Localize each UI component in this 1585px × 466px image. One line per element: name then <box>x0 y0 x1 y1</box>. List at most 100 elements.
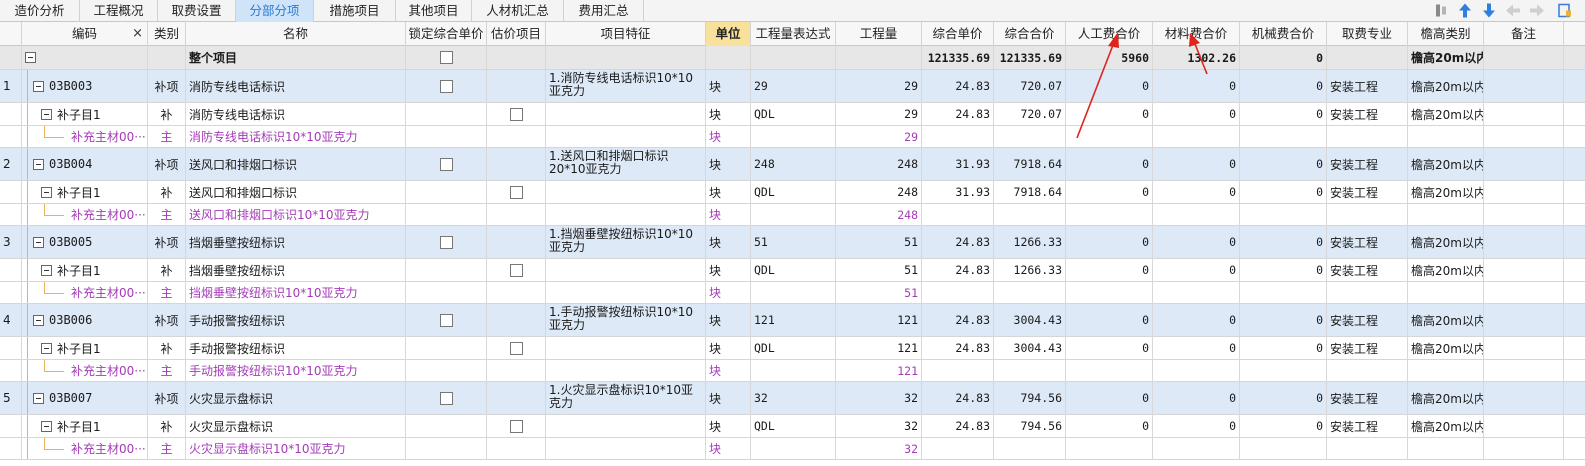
qty-cell: 51 <box>836 259 922 281</box>
collapse-toggle-icon[interactable] <box>41 420 52 432</box>
lock-price-checkbox[interactable] <box>439 391 453 405</box>
total-cell: 1266.33 <box>994 226 1066 258</box>
estimate-item-checkbox[interactable] <box>509 263 523 277</box>
collapse-toggle-icon[interactable] <box>33 314 44 326</box>
header-feature[interactable]: 项目特征 <box>546 22 706 46</box>
code-text: 补子目1 <box>57 185 101 200</box>
qty-cell: 248 <box>836 148 922 180</box>
move-down-icon[interactable] <box>1481 2 1497 19</box>
sub-item-row[interactable]: 补子目1 补挡烟垂壁按纽标识块 QDL 51 24.83 1266.33 0 0 0 安装工程 檐高… <box>0 259 1585 282</box>
sub-item-row[interactable]: 补子目1 补手动报警按纽标识块 QDL 121 24.83 3004.43 0 0 0 安装工程檐… <box>0 337 1585 360</box>
unit-cell: 块 <box>706 337 751 359</box>
main-material-row[interactable]: 补充主材00··· 主挡烟垂壁按纽标识10*10亚克力 块 51 <box>0 282 1585 304</box>
header-remark[interactable]: 备注 <box>1484 22 1564 46</box>
tab-labor-material-machine[interactable]: 人材机汇总 <box>472 0 564 22</box>
main-material-row[interactable]: 补充主材00··· 主火灾显示盘标识10*10亚克力 块 32 <box>0 438 1585 460</box>
sub-item-row[interactable]: 补子目1 补送风口和排烟口标识块 QDL 248 31.93 7918.64 0 0 0 安装工程… <box>0 181 1585 204</box>
move-up-icon[interactable] <box>1457 2 1473 19</box>
bill-item-row[interactable]: 5 03B007 补项 火灾显示盘标识 1.火灾显示盘标识10*10亚克力块 32 32 24… <box>0 382 1585 415</box>
collapse-toggle-icon[interactable] <box>41 342 52 354</box>
header-code[interactable]: 编码 × <box>22 22 148 46</box>
bill-item-row[interactable]: 3 03B005 补项 挡烟垂壁按纽标识 1.挡烟垂壁按纽标识10*10亚克力块 51 51… <box>0 226 1585 259</box>
sub-item-row[interactable]: 补子目1 补消防专线电话标识块 QDL 29 24.83 720.07 0 0 0 安装工程 檐高2… <box>0 103 1585 126</box>
lock-price-checkbox[interactable] <box>439 157 453 171</box>
insert-icon[interactable] <box>1433 2 1449 19</box>
header-type[interactable]: 类别 <box>148 22 186 46</box>
uprice-cell <box>922 360 994 381</box>
tab-fee-settings[interactable]: 取费设置 <box>158 0 236 22</box>
estimate-item-checkbox[interactable] <box>509 107 523 121</box>
total-row[interactable]: 整个项目 121335.69 121335.69 5960 1302.26 0 … <box>0 46 1585 70</box>
header-estimate-item[interactable]: 估价项目 <box>487 22 546 46</box>
machine-cell <box>1240 282 1327 303</box>
header-unit-price[interactable]: 综合单价 <box>922 22 994 46</box>
qty-cell: 121 <box>836 304 922 336</box>
main-material-row[interactable]: 补充主材00··· 主消防专线电话标识10*10亚克力 块 29 <box>0 126 1585 148</box>
qty-cell: 51 <box>836 282 922 303</box>
expr-cell: 121 <box>751 304 836 336</box>
main-material-row[interactable]: 补充主材00··· 主送风口和排烟口标识10*10亚克力 块 248 <box>0 204 1585 226</box>
remark-cell <box>1484 438 1564 459</box>
collapse-toggle-icon[interactable] <box>33 158 44 170</box>
header-quantity[interactable]: 工程量 <box>836 22 922 46</box>
sub-item-row[interactable]: 补子目1 补火灾显示盘标识块 QDL 32 24.83 794.56 0 0 0 安装工程 檐高20… <box>0 415 1585 438</box>
tab-fee-summary[interactable]: 费用汇总 <box>564 0 644 22</box>
tab-project-overview[interactable]: 工程概况 <box>80 0 158 22</box>
indent-left-icon[interactable] <box>1505 2 1521 19</box>
collapse-toggle-icon[interactable] <box>33 80 44 92</box>
lock-price-checkbox[interactable] <box>439 51 453 64</box>
estimate-item-checkbox[interactable] <box>509 341 523 355</box>
collapse-toggle-icon[interactable] <box>41 264 52 276</box>
estimate-item-checkbox[interactable] <box>509 419 523 433</box>
tab-measures[interactable]: 措施项目 <box>314 0 396 22</box>
lock-price-checkbox[interactable] <box>439 79 453 93</box>
header-expression[interactable]: 工程量表达式 <box>751 22 836 46</box>
tree-line <box>44 282 45 293</box>
more-icon[interactable] <box>1557 2 1573 19</box>
labor-cell: 0 <box>1066 70 1153 102</box>
labor-cell: 0 <box>1066 304 1153 336</box>
expr-cell <box>751 126 836 147</box>
tab-other-items[interactable]: 其他项目 <box>396 0 472 22</box>
bill-item-row[interactable]: 1 03B003 补项 消防专线电话标识 1.消防专线电话标识10*10亚克力块 29 29… <box>0 70 1585 103</box>
lock-cell <box>406 181 487 203</box>
name-cell: 消防专线电话标识 <box>186 70 406 102</box>
tab-cost-analysis[interactable]: 造价分析 <box>0 0 80 22</box>
header-labor-cost[interactable]: 人工费合价 <box>1066 22 1153 46</box>
feature-cell: 1.火灾显示盘标识10*10亚克力 <box>546 382 706 414</box>
total-cell: 3004.43 <box>994 337 1066 359</box>
uprice-cell <box>922 282 994 303</box>
bill-item-row[interactable]: 2 03B004 补项 送风口和排烟口标识 1.送风口和排烟口标识20*10亚克力块 24… <box>0 148 1585 181</box>
feature-cell <box>546 103 706 125</box>
collapse-toggle-icon[interactable] <box>41 186 52 198</box>
header-machine-cost[interactable]: 机械费合价 <box>1240 22 1327 46</box>
lock-price-checkbox[interactable] <box>439 313 453 327</box>
clear-filter-icon[interactable]: × <box>132 22 143 45</box>
type-cell: 补项 <box>148 70 186 102</box>
collapse-toggle-icon[interactable] <box>41 108 52 120</box>
unit-cell: 块 <box>706 126 751 147</box>
lock-price-checkbox[interactable] <box>439 235 453 249</box>
material-cell: 0 <box>1153 337 1240 359</box>
estimate-item-checkbox[interactable] <box>509 185 523 199</box>
main-material-row[interactable]: 补充主材00··· 主手动报警按纽标识10*10亚克力 块 121 <box>0 360 1585 382</box>
specialty-cell: 安装工程 <box>1327 226 1408 258</box>
header-specialty[interactable]: 取费专业 <box>1327 22 1408 46</box>
header-unit[interactable]: 单位 <box>706 22 751 46</box>
bill-item-row[interactable]: 4 03B006 补项 手动报警按纽标识 1.手动报警按纽标识10*10亚克力块 121 1… <box>0 304 1585 337</box>
tab-sub-items[interactable]: 分部分项 <box>236 0 314 22</box>
type-cell: 补项 <box>148 304 186 336</box>
machine-cell: 0 <box>1240 103 1327 125</box>
lock-cell <box>406 126 487 147</box>
collapse-toggle-icon[interactable] <box>25 52 36 63</box>
indent-right-icon[interactable] <box>1529 2 1545 19</box>
header-lock-price[interactable]: 锁定综合单价 <box>406 22 487 46</box>
header-name[interactable]: 名称 <box>186 22 406 46</box>
code-cell: 补充主材00··· <box>22 126 148 147</box>
collapse-toggle-icon[interactable] <box>33 236 44 248</box>
header-height-class[interactable]: 檐高类别 <box>1408 22 1484 46</box>
height-cell <box>1408 438 1484 459</box>
header-total-price[interactable]: 综合合价 <box>994 22 1066 46</box>
collapse-toggle-icon[interactable] <box>33 392 44 404</box>
header-material-cost[interactable]: 材料费合价 <box>1153 22 1240 46</box>
